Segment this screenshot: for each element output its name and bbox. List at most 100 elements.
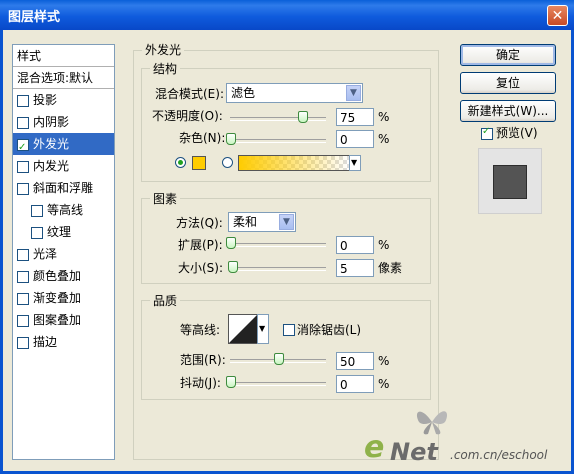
style-list-item[interactable]: 图案叠加 <box>13 309 114 331</box>
anti-alias-checkbox[interactable] <box>283 324 295 336</box>
technique-select[interactable]: 柔和 ▼ <box>228 212 296 232</box>
style-list-label: 投影 <box>33 93 58 107</box>
solid-color-radio[interactable] <box>175 157 186 168</box>
window-title: 图层样式 <box>8 10 61 25</box>
style-list-label: 外发光 <box>33 137 70 151</box>
contour-dropdown[interactable]: ▼ <box>257 314 269 344</box>
style-list-item[interactable]: 颜色叠加 <box>13 265 114 287</box>
style-list-label: 描边 <box>33 335 58 349</box>
style-list-item[interactable]: 渐变叠加 <box>13 287 114 309</box>
style-list-label: 内阴影 <box>33 115 70 129</box>
blend-mode-label: 混合模式(E): <box>155 87 224 101</box>
anti-alias-label: 消除锯齿(L) <box>297 323 362 337</box>
technique-label: 方法(Q): <box>176 216 223 230</box>
style-checkbox[interactable] <box>31 205 43 217</box>
jitter-slider-thumb[interactable] <box>226 376 236 388</box>
jitter-label: 抖动(J): <box>180 376 221 390</box>
style-checkbox[interactable] <box>31 227 43 239</box>
noise-slider-thumb[interactable] <box>226 133 236 145</box>
noise-percent: % <box>378 132 390 146</box>
spread-slider-thumb[interactable] <box>226 237 236 249</box>
contour-picker[interactable] <box>228 314 258 344</box>
style-checkbox[interactable] <box>17 137 29 159</box>
style-list-item[interactable]: 斜面和浮雕 <box>13 177 114 199</box>
size-slider-thumb[interactable] <box>227 261 238 273</box>
preview-label: 预览(V) <box>496 126 538 140</box>
opacity-slider-track[interactable] <box>230 117 326 121</box>
style-checkbox[interactable] <box>17 249 29 261</box>
title-bar: 图层样式 ✕ <box>0 0 574 30</box>
blend-mode-value: 滤色 <box>231 86 256 100</box>
ok-button[interactable]: 确定 <box>460 44 556 66</box>
size-unit: 像素 <box>378 261 403 275</box>
chevron-down-icon: ▼ <box>346 85 361 101</box>
style-list-item[interactable]: 光泽 <box>13 243 114 265</box>
glow-color-swatch[interactable] <box>192 156 206 170</box>
noise-input[interactable]: 0 <box>336 130 374 148</box>
style-list-item[interactable]: 外发光 <box>13 133 114 159</box>
style-list-item[interactable]: 内发光 <box>13 155 114 177</box>
elements-title: 图素 <box>150 190 181 207</box>
style-list-item[interactable]: 等高线 <box>13 199 114 221</box>
style-checkbox[interactable] <box>17 271 29 283</box>
style-checkbox[interactable] <box>17 117 29 129</box>
gradient-radio[interactable] <box>222 157 233 168</box>
style-list-label: 内发光 <box>33 159 70 173</box>
style-list-item[interactable]: 描边 <box>13 331 114 353</box>
style-list-item[interactable]: 纹理 <box>13 221 114 243</box>
style-list-item[interactable]: 内阴影 <box>13 111 114 133</box>
size-input[interactable]: 5 <box>336 259 374 277</box>
style-checkbox[interactable] <box>17 183 29 195</box>
glow-gradient-preview[interactable] <box>238 155 350 171</box>
range-slider-thumb[interactable] <box>274 353 284 365</box>
styles-list-header[interactable]: 样式 <box>13 45 114 67</box>
size-label: 大小(S): <box>178 261 224 275</box>
jitter-input[interactable]: 0 <box>336 375 374 393</box>
style-list-label: 图案叠加 <box>33 313 82 327</box>
preview-checkbox[interactable] <box>481 126 493 140</box>
blend-mode-select[interactable]: 滤色 ▼ <box>226 83 363 103</box>
chevron-down-icon: ▼ <box>351 158 358 167</box>
blending-options-item[interactable]: 混合选项:默认 <box>13 67 114 89</box>
range-percent: % <box>378 354 390 368</box>
noise-label: 杂色(N): <box>179 131 226 145</box>
styles-list: 样式 混合选项:默认 投影内阴影外发光内发光斜面和浮雕等高线纹理光泽颜色叠加渐变… <box>12 44 115 460</box>
range-label: 范围(R): <box>180 353 226 367</box>
style-checkbox[interactable] <box>17 293 29 305</box>
style-list-label: 纹理 <box>47 225 72 239</box>
spread-label: 扩展(P): <box>178 238 223 252</box>
style-checkbox[interactable] <box>17 337 29 349</box>
new-style-button[interactable]: 新建样式(W)... <box>460 100 556 122</box>
style-list-label: 斜面和浮雕 <box>33 181 94 195</box>
noise-slider-track[interactable] <box>230 139 326 143</box>
spread-input[interactable]: 0 <box>336 236 374 254</box>
watermark-domain: .com.cn/eschool <box>450 448 548 462</box>
chevron-down-icon: ▼ <box>259 324 266 333</box>
gradient-dropdown[interactable]: ▼ <box>349 155 361 171</box>
watermark-e: e <box>364 430 385 465</box>
spread-slider-track[interactable] <box>230 243 326 247</box>
style-checkbox[interactable] <box>17 95 29 107</box>
reset-button[interactable]: 复位 <box>460 72 556 94</box>
range-input[interactable]: 50 <box>336 352 374 370</box>
preview-swatch <box>493 165 527 199</box>
opacity-percent: % <box>378 110 390 124</box>
outer-glow-title: 外发光 <box>142 41 185 58</box>
structure-title: 结构 <box>150 60 181 77</box>
jitter-slider-track[interactable] <box>230 382 326 386</box>
opacity-slider-thumb[interactable] <box>298 111 308 123</box>
chevron-down-icon: ▼ <box>279 214 294 230</box>
contour-linear-icon <box>229 315 257 343</box>
close-icon: ✕ <box>551 8 564 24</box>
style-list-label: 等高线 <box>47 203 84 217</box>
style-list-item[interactable]: 投影 <box>13 89 114 111</box>
style-list-label: 颜色叠加 <box>33 269 82 283</box>
style-checkbox[interactable] <box>17 161 29 173</box>
style-checkbox[interactable] <box>17 315 29 327</box>
close-button[interactable]: ✕ <box>547 5 568 26</box>
size-slider-track[interactable] <box>230 267 326 271</box>
spread-percent: % <box>378 238 390 252</box>
opacity-input[interactable]: 75 <box>336 108 374 126</box>
jitter-percent: % <box>378 377 390 391</box>
butterfly-icon <box>416 411 448 435</box>
